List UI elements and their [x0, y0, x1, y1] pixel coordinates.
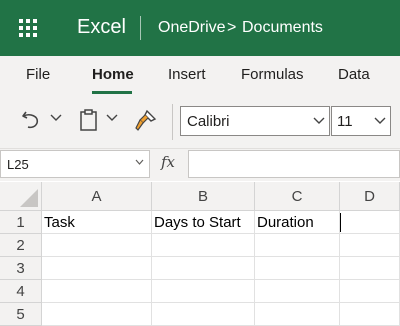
font-name-value: Calibri: [187, 113, 230, 130]
ribbon-tabs: File Home Insert Formulas Data: [0, 56, 400, 96]
cell-c2[interactable]: [255, 234, 340, 257]
tab-data[interactable]: Data: [338, 66, 370, 84]
tab-insert[interactable]: Insert: [168, 66, 206, 84]
cell-b3[interactable]: [152, 257, 255, 280]
breadcrumb-onedrive[interactable]: OneDrive: [158, 18, 226, 38]
formula-input[interactable]: [188, 150, 400, 178]
name-box-chevron-down-icon[interactable]: [135, 157, 144, 168]
fx-icon[interactable]: fx: [161, 153, 175, 171]
cell-d3[interactable]: [340, 257, 400, 280]
title-divider: [140, 16, 141, 40]
undo-icon[interactable]: [20, 108, 44, 132]
column-header-d[interactable]: D: [340, 182, 400, 211]
select-all-triangle-icon: [20, 189, 38, 207]
column-header-c[interactable]: C: [255, 182, 340, 211]
font-size-value: 11: [337, 113, 353, 130]
cell-d4[interactable]: [340, 280, 400, 303]
clipboard-icon[interactable]: [78, 108, 100, 132]
row-header-5[interactable]: 5: [0, 303, 42, 326]
paste-dropdown-chevron-down-icon[interactable]: [106, 113, 118, 125]
breadcrumb-documents[interactable]: Documents: [242, 18, 323, 38]
cell-b5[interactable]: [152, 303, 255, 326]
app-title[interactable]: Excel: [77, 14, 126, 40]
active-tab-indicator: [92, 91, 132, 94]
cell-c3[interactable]: [255, 257, 340, 280]
font-name-chevron-down-icon[interactable]: [313, 114, 325, 128]
row-header-2[interactable]: 2: [0, 234, 42, 257]
cell-b2[interactable]: [152, 234, 255, 257]
row-header-4[interactable]: 4: [0, 280, 42, 303]
tab-file[interactable]: File: [26, 66, 50, 84]
cell-d5[interactable]: [340, 303, 400, 326]
cell-b4[interactable]: [152, 280, 255, 303]
cell-c1[interactable]: Duration: [255, 211, 340, 234]
text-cursor: [340, 213, 341, 232]
cell-d1[interactable]: [340, 211, 400, 234]
undo-dropdown-chevron-down-icon[interactable]: [50, 113, 62, 125]
cell-a3[interactable]: [42, 257, 152, 280]
font-size-select[interactable]: 11: [331, 106, 391, 136]
column-header-b[interactable]: B: [152, 182, 255, 211]
toolbar-divider: [172, 104, 173, 140]
cell-d2[interactable]: [340, 234, 400, 257]
title-bar: Excel OneDrive > Documents: [0, 0, 400, 56]
cell-a1[interactable]: Task: [42, 211, 152, 234]
row-header-1[interactable]: 1: [0, 211, 42, 234]
cell-a4[interactable]: [42, 280, 152, 303]
column-header-a[interactable]: A: [42, 182, 152, 211]
cell-c5[interactable]: [255, 303, 340, 326]
format-painter-icon[interactable]: [134, 108, 158, 132]
name-box-value: L25: [7, 157, 29, 172]
cell-b1[interactable]: Days to Start: [152, 211, 255, 234]
font-name-select[interactable]: Calibri: [180, 106, 330, 136]
font-size-chevron-down-icon[interactable]: [374, 114, 386, 128]
name-box[interactable]: L25: [0, 150, 150, 178]
cell-a5[interactable]: [42, 303, 152, 326]
tab-formulas[interactable]: Formulas: [241, 66, 304, 84]
breadcrumb-separator: >: [227, 19, 237, 36]
cell-a2[interactable]: [42, 234, 152, 257]
tab-home[interactable]: Home: [92, 66, 134, 84]
cell-c4[interactable]: [255, 280, 340, 303]
app-launcher-icon[interactable]: [19, 19, 37, 37]
row-header-3[interactable]: 3: [0, 257, 42, 280]
